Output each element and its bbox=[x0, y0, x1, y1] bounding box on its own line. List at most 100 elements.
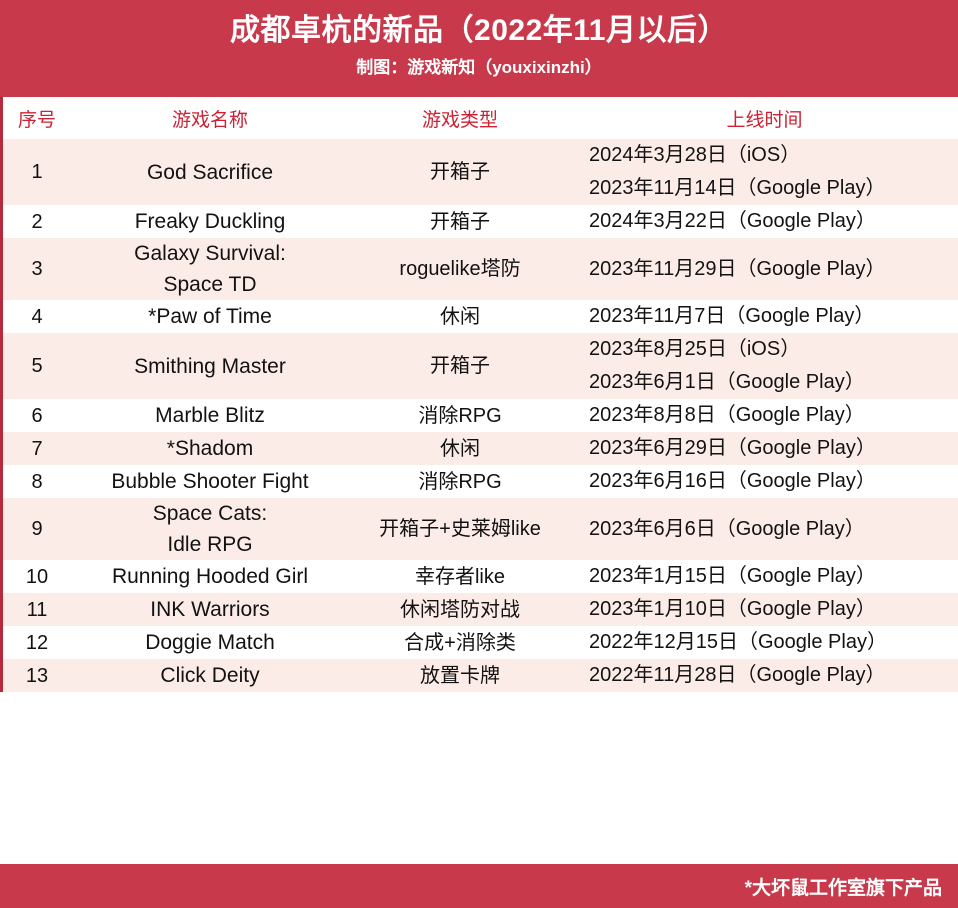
cell-index: 13 bbox=[3, 659, 71, 692]
cell-game-type: 休闲 bbox=[349, 300, 571, 333]
cell-game-name: Running Hooded Girl bbox=[71, 560, 349, 593]
cell-release-date: 2023年6月6日（Google Play） bbox=[571, 498, 958, 560]
game-name-line: Doggie Match bbox=[145, 631, 275, 654]
game-name-line: Smithing Master bbox=[134, 354, 286, 378]
cell-game-name: *Paw of Time bbox=[71, 300, 349, 333]
cell-index: 9 bbox=[3, 498, 71, 560]
cell-game-type: 休闲塔防对战 bbox=[349, 593, 571, 626]
release-date-line: 2023年11月7日（Google Play） bbox=[589, 305, 875, 327]
game-name-line: *Shadom bbox=[166, 437, 254, 460]
cell-index: 5 bbox=[3, 333, 71, 399]
release-date-line: 2022年12月15日（Google Play） bbox=[589, 631, 887, 653]
release-date-line: 2023年6月16日（Google Play） bbox=[589, 470, 876, 492]
cell-release-date: 2022年12月15日（Google Play） bbox=[571, 626, 958, 659]
cell-game-type: 开箱子 bbox=[349, 333, 571, 399]
cell-index: 4 bbox=[3, 300, 71, 333]
cell-game-type: 放置卡牌 bbox=[349, 659, 571, 692]
cell-game-name: Space Cats: Idle RPG bbox=[71, 498, 349, 560]
cell-release-date: 2023年1月15日（Google Play） bbox=[571, 560, 958, 593]
cell-index: 1 bbox=[3, 139, 71, 205]
cell-game-type: 合成+消除类 bbox=[349, 626, 571, 659]
release-date-line: 2023年11月29日（Google Play） bbox=[589, 257, 886, 280]
cell-release-date: 2023年8月25日（iOS） 2023年6月1日（Google Play） bbox=[571, 333, 958, 399]
table-header-row: 序号 游戏名称 游戏类型 上线时间 bbox=[3, 97, 958, 139]
release-date-line: 2024年3月22日（Google Play） bbox=[589, 210, 876, 232]
cell-game-type: roguelike塔防 bbox=[349, 238, 571, 300]
table-row: 9 Space Cats: Idle RPG 开箱子+史莱姆like 2023年6月6日… bbox=[3, 498, 958, 560]
game-name-line: Click Deity bbox=[160, 664, 260, 687]
game-name-line: Idle RPG bbox=[167, 533, 253, 556]
game-name-line: Running Hooded Girl bbox=[111, 565, 309, 588]
cell-index: 3 bbox=[3, 238, 71, 300]
table-row: 3 Galaxy Survival: Space TD roguelike塔防 2023… bbox=[3, 238, 958, 300]
cell-game-type: 开箱子 bbox=[349, 205, 571, 238]
game-name-line: Bubble Shooter Fight bbox=[111, 470, 309, 493]
footer-band: *大坏鼠工作室旗下产品 bbox=[0, 864, 958, 908]
cell-game-name: Freaky Duckling bbox=[71, 205, 349, 238]
game-name-line: Marble Blitz bbox=[155, 404, 265, 427]
page-subtitle: 制图：游戏新知（youxixinzhi） bbox=[356, 58, 602, 77]
table-row: 1 God Sacrifice 开箱子 2024年3月28日（iOS） 2023年11月… bbox=[3, 139, 958, 205]
cell-game-type: 消除RPG bbox=[349, 399, 571, 432]
table-row: 5 Smithing Master 开箱子 2023年8月25日（iOS） 2023年6… bbox=[3, 333, 958, 399]
cell-game-name: Doggie Match bbox=[71, 626, 349, 659]
cell-release-date: 2024年3月28日（iOS） 2023年11月14日（Google Play） bbox=[571, 139, 958, 205]
cell-game-name: Bubble Shooter Fight bbox=[71, 465, 349, 498]
table-row: 12 Doggie Match 合成+消除类 2022年12月15日（Google P… bbox=[3, 626, 958, 659]
release-date-line: 2023年8月8日（Google Play） bbox=[589, 404, 865, 426]
cell-index: 12 bbox=[3, 626, 71, 659]
release-date-line: 2023年6月29日（Google Play） bbox=[589, 437, 876, 459]
table-body: 1 God Sacrifice 开箱子 2024年3月28日（iOS） 2023年11月… bbox=[3, 139, 958, 692]
release-date-line: 2023年1月15日（Google Play） bbox=[589, 565, 876, 587]
cell-game-name: Marble Blitz bbox=[71, 399, 349, 432]
infographic-table-card: 成都卓杭的新品（2022年11月以后） 制图：游戏新知（youxixinzhi）… bbox=[0, 0, 958, 908]
cell-release-date: 2022年11月28日（Google Play） bbox=[571, 659, 958, 692]
cell-release-date: 2023年11月29日（Google Play） bbox=[571, 238, 958, 300]
table-row: 4 *Paw of Time 休闲 2023年11月7日（Google Play） bbox=[3, 300, 958, 333]
table-header: 序号 游戏名称 游戏类型 上线时间 bbox=[3, 97, 958, 139]
cell-game-name: Click Deity bbox=[71, 659, 349, 692]
cell-index: 10 bbox=[3, 560, 71, 593]
table-row: 7 *Shadom 休闲 2023年6月29日（Google Play） bbox=[3, 432, 958, 465]
column-header-name: 游戏名称 bbox=[71, 97, 349, 139]
cell-game-name: God Sacrifice bbox=[71, 139, 349, 205]
cell-release-date: 2023年11月7日（Google Play） bbox=[571, 300, 958, 333]
cell-index: 2 bbox=[3, 205, 71, 238]
cell-index: 6 bbox=[3, 399, 71, 432]
game-name-line: *Paw of Time bbox=[148, 305, 272, 328]
cell-index: 8 bbox=[3, 465, 71, 498]
game-name-line: Space Cats: bbox=[152, 502, 268, 525]
cell-game-name: INK Warriors bbox=[71, 593, 349, 626]
release-date-line: 2023年1月10日（Google Play） bbox=[589, 598, 876, 620]
cell-game-name: *Shadom bbox=[71, 432, 349, 465]
cell-game-type: 休闲 bbox=[349, 432, 571, 465]
table-row: 2 Freaky Duckling 开箱子 2024年3月22日（Google Pla… bbox=[3, 205, 958, 238]
column-header-type: 游戏类型 bbox=[349, 97, 571, 139]
release-date-line: 2023年6月1日（Google Play） bbox=[589, 371, 865, 393]
game-name-line: Galaxy Survival: bbox=[134, 242, 286, 265]
cell-game-type: 开箱子 bbox=[349, 139, 571, 205]
column-header-date: 上线时间 bbox=[571, 97, 958, 139]
footnote-text: *大坏鼠工作室旗下产品 bbox=[744, 877, 942, 899]
table-container: 序号 游戏名称 游戏类型 上线时间 1 God Sacrifice 开箱子 2024年… bbox=[0, 97, 958, 692]
release-date-line: 2023年8月25日（iOS） bbox=[589, 338, 801, 360]
release-date-line: 2023年6月6日（Google Play） bbox=[589, 517, 865, 540]
games-table: 序号 游戏名称 游戏类型 上线时间 1 God Sacrifice 开箱子 2024年… bbox=[3, 97, 958, 692]
cell-game-type: 消除RPG bbox=[349, 465, 571, 498]
cell-game-name: Galaxy Survival: Space TD bbox=[71, 238, 349, 300]
cell-index: 11 bbox=[3, 593, 71, 626]
column-header-index: 序号 bbox=[3, 97, 71, 139]
cell-release-date: 2024年3月22日（Google Play） bbox=[571, 205, 958, 238]
table-row: 11 INK Warriors 休闲塔防对战 2023年1月10日（Google Pl… bbox=[3, 593, 958, 626]
cell-game-type: 开箱子+史莱姆like bbox=[349, 498, 571, 560]
cell-index: 7 bbox=[3, 432, 71, 465]
release-date-line: 2022年11月28日（Google Play） bbox=[589, 664, 886, 686]
page-title: 成都卓杭的新品（2022年11月以后） bbox=[230, 14, 728, 47]
table-row: 6 Marble Blitz 消除RPG 2023年8月8日（Google Play） bbox=[3, 399, 958, 432]
cell-game-name: Smithing Master bbox=[71, 333, 349, 399]
game-name-line: Freaky Duckling bbox=[134, 210, 286, 233]
cell-release-date: 2023年1月10日（Google Play） bbox=[571, 593, 958, 626]
cell-release-date: 2023年6月16日（Google Play） bbox=[571, 465, 958, 498]
cell-release-date: 2023年6月29日（Google Play） bbox=[571, 432, 958, 465]
game-name-line: Space TD bbox=[163, 273, 257, 296]
